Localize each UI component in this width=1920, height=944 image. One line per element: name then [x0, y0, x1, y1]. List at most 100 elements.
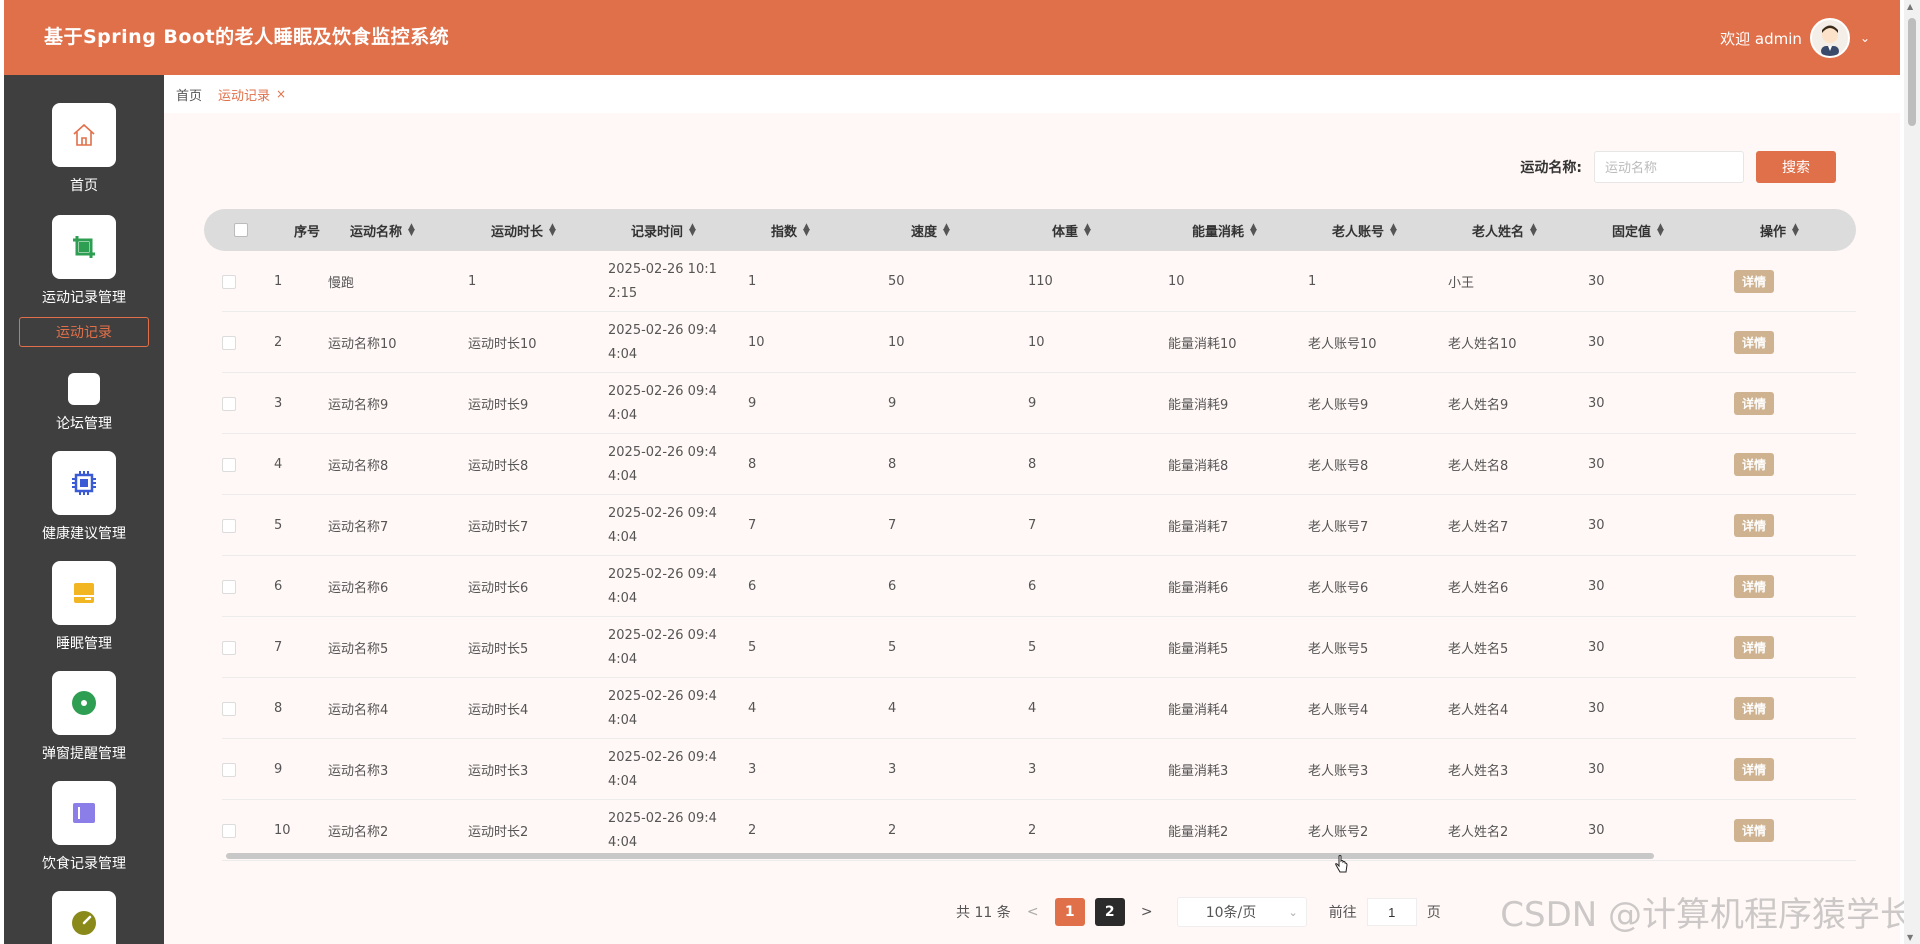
col-header-action[interactable]: 操作 ▲ ▼: [1760, 221, 1799, 240]
cell-name: 运动名称2: [328, 825, 389, 840]
cell-account: 老人账号5: [1308, 642, 1369, 657]
cell-index: 7: [748, 518, 757, 533]
tab-home[interactable]: 首页: [176, 85, 202, 104]
col-header-elder-name[interactable]: 老人姓名 ▲ ▼: [1472, 221, 1537, 240]
search-bar: 运动名称: 搜索: [1520, 151, 1836, 183]
cell-energy: 能量消耗6: [1168, 581, 1229, 596]
cell-elder-name: 老人姓名3: [1448, 764, 1509, 779]
col-header-name[interactable]: 运动名称 ▲ ▼: [350, 221, 415, 240]
row-checkbox[interactable]: [222, 373, 236, 434]
sort-icon: ▲ ▼: [803, 222, 810, 238]
detail-button[interactable]: 详情: [1734, 392, 1775, 415]
sort-icon: ▲ ▼: [943, 222, 950, 238]
cell-energy: 能量消耗3: [1168, 764, 1229, 779]
submenu-exercise-record[interactable]: 运动记录: [19, 317, 149, 347]
sidebar-item-exercise-records[interactable]: 运动记录管理: [4, 215, 164, 307]
cell-fixed: 30: [1588, 274, 1605, 289]
col-header-account[interactable]: 老人账号 ▲ ▼: [1332, 221, 1397, 240]
cell-duration: 运动时长6: [468, 581, 529, 596]
total-count: 共 11 条: [956, 905, 1011, 921]
row-checkbox[interactable]: [222, 312, 236, 373]
cell-name: 运动名称5: [328, 642, 389, 657]
goto-page-input[interactable]: [1366, 898, 1417, 926]
sidebar-item-home[interactable]: 首页: [4, 103, 164, 195]
col-header-index[interactable]: 指数 ▲ ▼: [771, 221, 810, 240]
sidebar-item-popup-reminder[interactable]: 弹窗提醒管理: [4, 671, 164, 763]
panel-icon: [52, 781, 116, 845]
action-cell: 详情: [1734, 312, 1775, 373]
detail-button[interactable]: 详情: [1734, 636, 1775, 659]
prev-page-button[interactable]: <: [1021, 904, 1045, 920]
page-2-button[interactable]: 2: [1094, 898, 1125, 926]
sidebar-item-forum[interactable]: 论坛管理: [4, 373, 164, 433]
col-header-energy[interactable]: 能量消耗 ▲ ▼: [1192, 221, 1257, 240]
row-checkbox[interactable]: [222, 556, 236, 617]
row-checkbox[interactable]: [222, 800, 236, 861]
detail-button[interactable]: 详情: [1734, 697, 1775, 720]
cell-duration: 运动时长9: [468, 398, 529, 413]
detail-button[interactable]: 详情: [1734, 575, 1775, 598]
row-checkbox[interactable]: [222, 434, 236, 495]
row-checkbox[interactable]: [222, 678, 236, 739]
detail-button[interactable]: 详情: [1734, 270, 1775, 293]
cell-index: 1: [748, 274, 757, 289]
search-button[interactable]: 搜索: [1756, 151, 1836, 183]
detail-button[interactable]: 详情: [1734, 331, 1775, 354]
close-icon[interactable]: ×: [276, 87, 286, 101]
cell-weight: 8: [1028, 457, 1037, 472]
table-header: 序号 运动名称 ▲ ▼ 运动时长 ▲ ▼ 记录时间 ▲ ▼ 指数 ▲ ▼ 速度 ▲ ▼ 体重 ▲ ▼ 能…: [204, 209, 1856, 251]
cell-energy: 能量消耗2: [1168, 825, 1229, 840]
next-page-button[interactable]: >: [1135, 904, 1159, 920]
table-row: 10 运动名称2 运动时长2 2025-02-26 09:44:04 2 2 2 能量消耗2 老…: [222, 800, 1856, 861]
detail-button[interactable]: 详情: [1734, 453, 1775, 476]
page-size-value: 10条/页: [1205, 905, 1257, 921]
row-checkbox[interactable]: [222, 251, 236, 312]
cell-duration: 运动时长2: [468, 825, 529, 840]
record-icon: [52, 671, 116, 735]
user-menu[interactable]: 欢迎 admin ⌄: [1720, 18, 1870, 58]
sort-icon: ▲ ▼: [1792, 222, 1799, 238]
col-header-speed[interactable]: 速度 ▲ ▼: [911, 221, 950, 240]
cell-name: 慢跑: [328, 276, 355, 291]
cell-no: 4: [274, 457, 283, 472]
cell-weight: 5: [1028, 640, 1037, 655]
avatar[interactable]: [1809, 18, 1850, 58]
scrollbar-thumb[interactable]: [1908, 18, 1916, 126]
sidebar-item-health-advice[interactable]: 健康建议管理: [4, 451, 164, 543]
row-checkbox[interactable]: [222, 495, 236, 556]
watermark: CSDN @计算机程序猿学长: [1500, 895, 1914, 935]
chevron-down-icon[interactable]: ⌄: [1860, 31, 1870, 45]
sidebar-item-more[interactable]: [4, 891, 164, 944]
sidebar-item-sleep[interactable]: 睡眠管理: [4, 561, 164, 653]
tab-exercise-record[interactable]: 运动记录 ×: [218, 85, 286, 104]
detail-button[interactable]: 详情: [1734, 514, 1775, 537]
cell-elder-name: 老人姓名9: [1448, 398, 1509, 413]
page-1-button[interactable]: 1: [1054, 898, 1085, 926]
cell-duration: 运动时长7: [468, 520, 529, 535]
row-checkbox[interactable]: [222, 739, 236, 800]
col-header-fixed[interactable]: 固定值 ▲ ▼: [1612, 221, 1664, 240]
page-size-select[interactable]: 10条/页 ⌄: [1176, 897, 1307, 927]
action-cell: 详情: [1734, 373, 1775, 434]
chip-icon: [52, 451, 116, 515]
horizontal-scrollbar[interactable]: [226, 853, 1654, 859]
detail-button[interactable]: 详情: [1734, 819, 1775, 842]
table-row: 5 运动名称7 运动时长7 2025-02-26 09:44:04 7 7 7 能量消耗7 老人…: [222, 495, 1856, 556]
page-vertical-scrollbar[interactable]: ▲ ▼: [1904, 0, 1920, 944]
search-input[interactable]: [1594, 151, 1744, 183]
table-row: 2 运动名称10 运动时长10 2025-02-26 09:44:04 10 10 10 能量…: [222, 312, 1856, 373]
hand-cursor-icon: [1335, 855, 1348, 873]
detail-button[interactable]: 详情: [1734, 758, 1775, 781]
cell-speed: 4: [888, 701, 897, 716]
col-header-duration[interactable]: 运动时长 ▲ ▼: [491, 221, 556, 240]
row-checkbox[interactable]: [222, 617, 236, 678]
cell-account: 1: [1308, 274, 1317, 289]
select-all-checkbox[interactable]: [234, 223, 248, 237]
col-header-weight[interactable]: 体重 ▲ ▼: [1052, 221, 1091, 240]
cell-no: 7: [274, 640, 283, 655]
col-header-time[interactable]: 记录时间 ▲ ▼: [631, 221, 696, 240]
sidebar-item-diet-records[interactable]: 饮食记录管理: [4, 781, 164, 873]
cell-index: 3: [748, 762, 757, 777]
cell-fixed: 30: [1588, 396, 1605, 411]
cell-speed: 50: [888, 274, 905, 289]
